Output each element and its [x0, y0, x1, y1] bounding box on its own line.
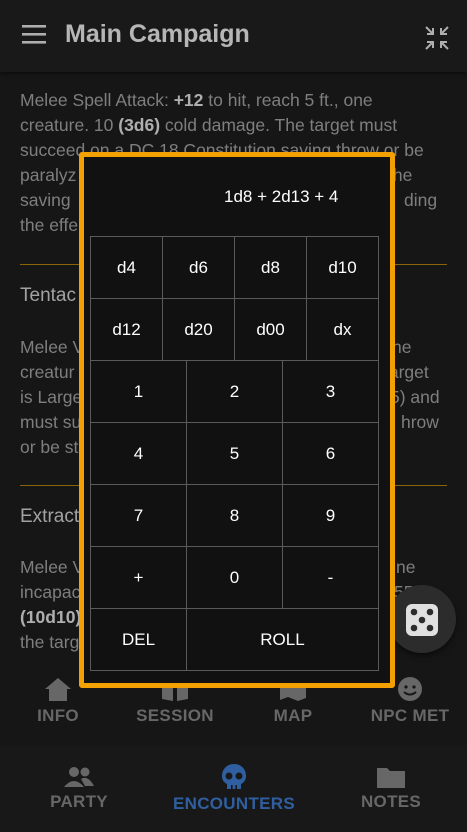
- dice-expression: 1d8 + 2d13 + 4: [224, 187, 339, 206]
- key-8[interactable]: 8: [186, 484, 283, 547]
- key-plus[interactable]: +: [90, 546, 187, 609]
- key-d8[interactable]: d8: [234, 236, 307, 299]
- delete-button[interactable]: DEL: [90, 608, 187, 671]
- dice-roller-dialog: 1d8 + 2d13 + 4 d4 d6 d8 d10 d12 d20 d00 …: [79, 152, 395, 688]
- key-0[interactable]: 0: [186, 546, 283, 609]
- key-dx[interactable]: dx: [306, 298, 379, 361]
- key-d10[interactable]: d10: [306, 236, 379, 299]
- key-3[interactable]: 3: [282, 360, 379, 423]
- key-7[interactable]: 7: [90, 484, 187, 547]
- roll-button[interactable]: ROLL: [186, 608, 379, 671]
- key-6[interactable]: 6: [282, 422, 379, 485]
- dice-icon: [406, 604, 438, 636]
- key-d4[interactable]: d4: [90, 236, 163, 299]
- dice-roller-button[interactable]: [388, 585, 456, 653]
- key-2[interactable]: 2: [186, 360, 283, 423]
- key-minus[interactable]: -: [282, 546, 379, 609]
- key-d20[interactable]: d20: [162, 298, 235, 361]
- key-1[interactable]: 1: [90, 360, 187, 423]
- key-d12[interactable]: d12: [90, 298, 163, 361]
- key-9[interactable]: 9: [282, 484, 379, 547]
- key-4[interactable]: 4: [90, 422, 187, 485]
- key-d6[interactable]: d6: [162, 236, 235, 299]
- key-d00[interactable]: d00: [234, 298, 307, 361]
- key-5[interactable]: 5: [186, 422, 283, 485]
